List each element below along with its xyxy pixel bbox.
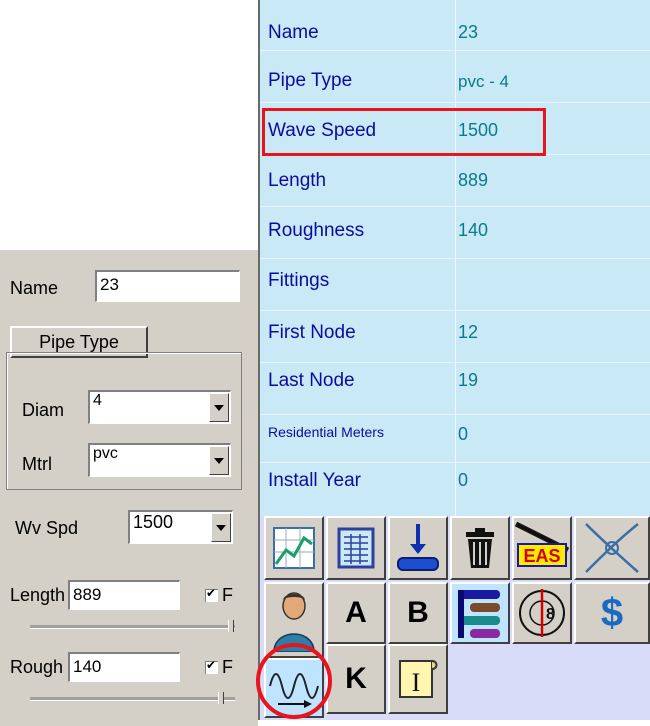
- grid-label-pipe-type: Pipe Type: [268, 70, 353, 91]
- property-grid: Name 23 Pipe Type pvc - 4 Wave Speed 150…: [258, 0, 650, 516]
- scroll-i-button[interactable]: I: [388, 644, 448, 714]
- length-input[interactable]: 889: [68, 580, 180, 610]
- chevron-down-icon[interactable]: [209, 393, 229, 422]
- stacked-pipes-icon: [458, 590, 500, 638]
- chevron-down-icon[interactable]: [209, 446, 229, 475]
- letter-k-button[interactable]: K: [326, 644, 386, 714]
- grid-row-first-node[interactable]: First Node 12: [260, 310, 650, 363]
- diam-value: 4: [93, 392, 102, 409]
- grid-row-install-year[interactable]: Install Year 0: [260, 462, 650, 516]
- diam-select[interactable]: 4: [88, 390, 231, 424]
- length-slider-thumb[interactable]: [228, 620, 234, 632]
- mtrl-label: Mtrl: [22, 454, 52, 474]
- spreadsheet-icon: [337, 527, 375, 569]
- rough-slider-thumb[interactable]: [218, 692, 224, 704]
- mtrl-value: pvc: [93, 445, 118, 462]
- wave-button-highlight-circle: [256, 643, 332, 719]
- grid-row-length[interactable]: Length 889: [260, 154, 650, 207]
- rough-label: Rough: [10, 657, 64, 677]
- grid-value-last-node: 19: [458, 370, 479, 390]
- pipe-down-icon: [397, 524, 439, 571]
- cost-button[interactable]: $: [574, 582, 650, 644]
- wave-speed-highlight-box: [262, 108, 546, 156]
- chart-table-button[interactable]: [264, 516, 324, 580]
- wvspd-label: Wv Spd: [15, 518, 79, 538]
- grid-value-first-node: 12: [458, 322, 479, 342]
- rough-slider[interactable]: [30, 697, 235, 701]
- scroll-i-label: I: [412, 668, 421, 697]
- pipe-diameter-button[interactable]: 8: [512, 582, 572, 644]
- letter-b-icon: B: [407, 596, 429, 629]
- rough-fixed-checkbox[interactable]: [205, 658, 218, 674]
- length-fixed-label: F: [222, 585, 233, 605]
- grid-label-last-node: Last Node: [268, 370, 355, 391]
- letter-k-icon: K: [345, 662, 367, 695]
- grid-row-residential-meters[interactable]: Residential Meters 0: [260, 414, 650, 463]
- spreadsheet-button[interactable]: [326, 516, 386, 580]
- grid-row-name[interactable]: Name 23: [260, 0, 650, 51]
- chevron-down-icon[interactable]: [211, 513, 231, 542]
- length-label: Length: [10, 585, 66, 605]
- letter-a-icon: A: [345, 596, 367, 629]
- pipe-edit-panel: Name 23 Pipe Type Diam 4 Mtrl pvc Wv Spd…: [0, 248, 258, 726]
- wvspd-value: 1500: [133, 512, 174, 532]
- grid-value-name: 23: [458, 22, 479, 42]
- length-slider[interactable]: [30, 625, 235, 629]
- length-fixed-checkbox[interactable]: [205, 586, 218, 602]
- diam-label: Diam: [22, 400, 65, 420]
- stacked-pipes-button[interactable]: [450, 582, 510, 644]
- grid-label-first-node: First Node: [268, 322, 356, 343]
- grid-row-pipe-type[interactable]: Pipe Type pvc - 4: [260, 50, 650, 103]
- name-label: Name: [10, 278, 59, 298]
- dollar-icon: $: [600, 590, 624, 635]
- grid-value-residential-meters: 0: [458, 424, 469, 444]
- eas-button[interactable]: EAS: [512, 516, 572, 580]
- grid-row-fittings[interactable]: Fittings: [260, 258, 650, 311]
- grid-label-length: Length: [268, 170, 327, 191]
- grid-label-fittings: Fittings: [268, 270, 330, 291]
- trash-icon: [466, 528, 494, 568]
- rough-input[interactable]: 140: [68, 652, 180, 682]
- grid-value-length: 889: [458, 170, 489, 190]
- grid-value-roughness: 140: [458, 220, 489, 240]
- chart-table-icon: [273, 527, 315, 569]
- grid-label-roughness: Roughness: [268, 220, 365, 241]
- delete-button[interactable]: [450, 516, 510, 580]
- grid-value-pipe-type: pvc - 4: [458, 72, 510, 91]
- name-input[interactable]: 23: [95, 270, 240, 302]
- mtrl-select[interactable]: pvc: [88, 443, 231, 477]
- letter-a-button[interactable]: A: [326, 582, 386, 644]
- pipe-diameter-label: 8: [546, 606, 555, 623]
- eas-label: EAS: [523, 546, 560, 566]
- grid-value-install-year: 0: [458, 470, 469, 490]
- letter-b-button[interactable]: B: [388, 582, 448, 644]
- rough-fixed-label: F: [222, 657, 233, 677]
- eas-icon: EAS: [514, 521, 570, 567]
- crossed-lines-button[interactable]: [574, 516, 650, 580]
- crossed-lines-icon: [585, 523, 639, 573]
- wvspd-select[interactable]: 1500: [128, 510, 233, 544]
- grid-row-roughness[interactable]: Roughness 140: [260, 206, 650, 259]
- scroll-i-icon: I: [399, 660, 438, 698]
- pipe-down-button[interactable]: [388, 516, 448, 580]
- grid-label-name: Name: [268, 22, 319, 43]
- pipe-diameter-icon: 8: [519, 589, 565, 637]
- grid-label-install-year: Install Year: [268, 470, 361, 491]
- grid-row-last-node[interactable]: Last Node 19: [260, 362, 650, 415]
- grid-label-residential-meters: Residential Meters: [268, 424, 384, 440]
